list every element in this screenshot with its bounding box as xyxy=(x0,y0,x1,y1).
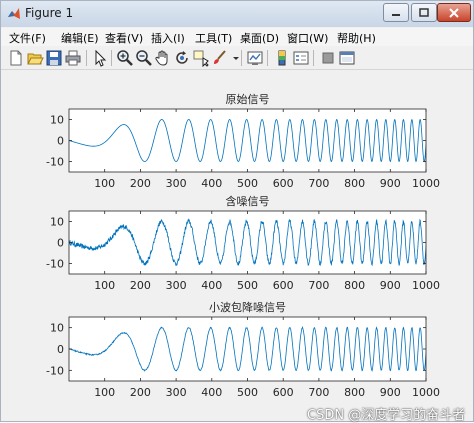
y-tick-label: 0 xyxy=(57,237,64,250)
pan-icon[interactable] xyxy=(154,49,172,67)
x-tick-label: 500 xyxy=(237,386,258,399)
menu-help[interactable]: 帮助(H) xyxy=(337,30,376,46)
new-figure-icon[interactable] xyxy=(7,49,25,67)
close-button[interactable] xyxy=(437,3,471,22)
x-tick-label: 200 xyxy=(130,279,151,292)
y-tick-label: -10 xyxy=(46,156,64,169)
menu-desktop[interactable]: 桌面(D) xyxy=(240,30,279,46)
y-tick-label: 0 xyxy=(57,135,64,148)
rotate-3d-icon[interactable] xyxy=(173,49,191,67)
close-icon xyxy=(449,7,459,18)
x-tick-label: 500 xyxy=(237,177,258,190)
x-tick-label: 1000 xyxy=(412,279,440,292)
zoom-out-icon[interactable] xyxy=(135,49,153,67)
watermark: CSDN @深度学习的奋斗者 xyxy=(307,408,466,423)
axes-original-signal: 100 200 300 400 500 600 700 800 900 1000 -10 0 10 原始信… xyxy=(46,92,440,190)
figure-toolbar xyxy=(1,47,473,70)
x-tick-label: 200 xyxy=(130,177,151,190)
x-tick-label: 1000 xyxy=(412,177,440,190)
zoom-in-icon[interactable] xyxy=(116,49,134,67)
x-tick-label: 800 xyxy=(344,279,365,292)
x-tick-label: 900 xyxy=(380,279,401,292)
x-tick-label: 300 xyxy=(166,386,187,399)
x-tick-label: 1000 xyxy=(412,386,440,399)
axes-noisy-signal: 100 200 300 400 500 600 700 800 900 1000 -10 0 10 含噪信… xyxy=(46,194,440,292)
x-tick-label: 200 xyxy=(130,386,151,399)
axes-title: 原始信号 xyxy=(226,92,270,106)
toolbar-separator xyxy=(241,50,242,66)
print-icon[interactable] xyxy=(64,49,82,67)
title-bar[interactable]: Figure 1 xyxy=(1,1,473,27)
link-plot-icon[interactable] xyxy=(246,49,264,67)
minimize-icon xyxy=(392,13,400,16)
edit-plot-icon[interactable] xyxy=(91,49,109,67)
x-tick-label: 600 xyxy=(273,279,294,292)
y-tick-label: 0 xyxy=(57,343,64,356)
x-tick-label: 700 xyxy=(308,386,329,399)
x-tick-label: 500 xyxy=(237,279,258,292)
y-tick-label: 10 xyxy=(50,216,64,229)
figure-canvas: 100 200 300 400 500 600 700 800 900 1000 -10 0 10 原始信… xyxy=(2,70,472,423)
axes-denoised-signal: 100 200 300 400 500 600 700 800 900 1000 -10 0 10 小波包… xyxy=(46,300,440,399)
x-tick-label: 800 xyxy=(344,177,365,190)
toolbar-separator xyxy=(86,50,87,66)
x-tick-label: 100 xyxy=(94,386,115,399)
maximize-button[interactable] xyxy=(411,3,437,22)
x-tick-label: 400 xyxy=(201,279,222,292)
x-tick-label: 800 xyxy=(344,386,365,399)
menu-file[interactable]: 文件(F) xyxy=(9,30,46,46)
minimize-button[interactable] xyxy=(383,3,409,22)
x-tick-label: 300 xyxy=(166,279,187,292)
data-cursor-icon[interactable] xyxy=(192,49,210,67)
y-tick-label: -10 xyxy=(46,258,64,271)
y-tick-label: 10 xyxy=(50,322,64,335)
hide-plot-tools-icon[interactable] xyxy=(319,49,337,67)
menu-insert[interactable]: 插入(I) xyxy=(151,30,185,46)
x-tick-label: 600 xyxy=(273,386,294,399)
menu-tools[interactable]: 工具(T) xyxy=(195,30,232,46)
x-tick-label: 100 xyxy=(94,177,115,190)
x-tick-label: 600 xyxy=(273,177,294,190)
menu-view[interactable]: 查看(V) xyxy=(105,30,143,46)
axes-background xyxy=(69,109,426,172)
axes-background xyxy=(69,317,426,381)
menu-bar: 文件(F) 编辑(E) 查看(V) 插入(I) 工具(T) 桌面(D) 窗口(W… xyxy=(1,28,473,46)
open-file-icon[interactable] xyxy=(26,49,44,67)
subplots: 100 200 300 400 500 600 700 800 900 1000-10010原始信… xyxy=(46,92,440,399)
matlab-icon xyxy=(8,8,20,19)
menu-window[interactable]: 窗口(W) xyxy=(287,30,328,46)
insert-legend-icon[interactable] xyxy=(292,49,310,67)
toolbar-separator xyxy=(267,50,268,66)
window-title: Figure 1 xyxy=(25,6,74,20)
axes-title: 小波包降噪信号 xyxy=(209,300,286,314)
y-tick-label: 10 xyxy=(50,114,64,127)
insert-colorbar-icon[interactable] xyxy=(273,49,291,67)
menu-edit[interactable]: 编辑(E) xyxy=(61,30,99,46)
x-tick-label: 700 xyxy=(308,279,329,292)
axes-title: 含噪信号 xyxy=(226,194,270,208)
x-tick-label: 400 xyxy=(201,177,222,190)
x-tick-label: 300 xyxy=(166,177,187,190)
maximize-icon xyxy=(419,8,429,17)
toolbar-separator xyxy=(111,50,112,66)
toolbar-separator xyxy=(313,50,314,66)
x-tick-label: 900 xyxy=(380,386,401,399)
x-tick-label: 900 xyxy=(380,177,401,190)
x-tick-label: 100 xyxy=(94,279,115,292)
y-tick-label: -10 xyxy=(46,364,64,377)
save-icon[interactable] xyxy=(45,49,63,67)
show-plot-tools-icon[interactable] xyxy=(338,49,356,67)
figure-window: Figure 1 文件(F) 编辑(E) 查看(V) 插入(I) 工具(T) 桌… xyxy=(0,0,474,423)
x-tick-label: 700 xyxy=(308,177,329,190)
x-tick-label: 400 xyxy=(201,386,222,399)
chevron-down-icon[interactable] xyxy=(227,49,239,67)
